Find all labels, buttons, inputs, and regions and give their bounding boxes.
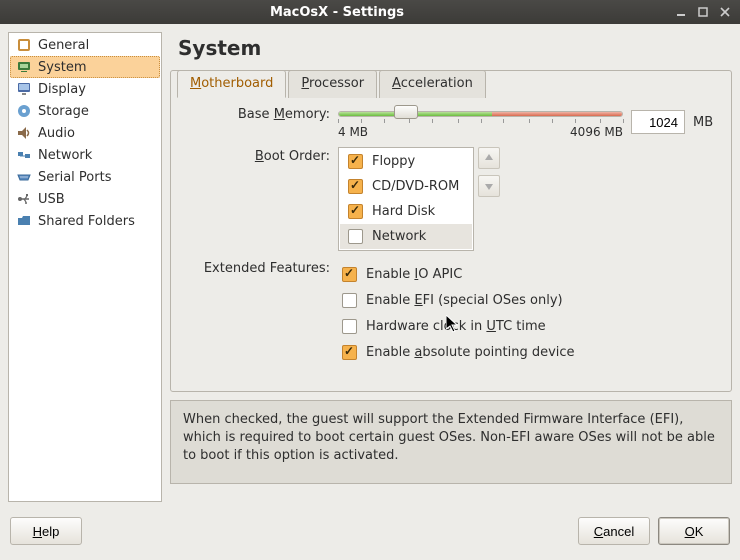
display-icon	[16, 81, 32, 97]
usb-icon	[16, 191, 32, 207]
sidebar-item-label: Shared Folders	[38, 214, 135, 229]
boot-order-list[interactable]: Floppy CD/DVD-ROM Hard Disk	[338, 147, 474, 251]
sidebar-item-system[interactable]: System	[10, 56, 160, 78]
maximize-icon[interactable]	[696, 5, 710, 19]
tab-label: rocessor	[309, 76, 364, 91]
ok-button[interactable]: OK	[658, 517, 730, 545]
boot-item-label: Floppy	[372, 154, 415, 169]
storage-icon	[16, 103, 32, 119]
boot-move-down-button[interactable]	[478, 175, 500, 197]
system-icon	[16, 59, 32, 75]
serial-ports-icon	[16, 169, 32, 185]
sidebar-item-general[interactable]: General	[10, 34, 160, 56]
boot-move-up-button[interactable]	[478, 147, 500, 169]
extended-features-label: Extended Features:	[183, 259, 338, 276]
enable-efi-checkbox[interactable]: Enable EFI (special OSes only)	[338, 290, 719, 311]
sidebar-item-shared-folders[interactable]: Shared Folders	[10, 210, 160, 232]
sidebar-item-label: General	[38, 38, 89, 53]
boot-item-harddisk[interactable]: Hard Disk	[340, 199, 472, 224]
boot-item-network[interactable]: Network	[340, 224, 472, 249]
shared-folders-icon	[16, 213, 32, 229]
tab-acceleration[interactable]: Acceleration	[379, 70, 486, 98]
arrow-up-icon	[484, 153, 494, 163]
boot-item-label: Hard Disk	[372, 204, 435, 219]
sidebar-item-display[interactable]: Display	[10, 78, 160, 100]
base-memory-input[interactable]	[631, 110, 685, 134]
sidebar-item-audio[interactable]: Audio	[10, 122, 160, 144]
base-memory-slider[interactable]: 4 MB 4096 MB	[338, 105, 623, 139]
sidebar-item-usb[interactable]: USB	[10, 188, 160, 210]
boot-item-checkbox[interactable]	[348, 154, 363, 169]
base-memory-label: Base Memory:	[183, 105, 338, 122]
boot-item-checkbox[interactable]	[348, 179, 363, 194]
boot-item-cddvd[interactable]: CD/DVD-ROM	[340, 174, 472, 199]
sidebar-item-label: Serial Ports	[38, 170, 111, 185]
titlebar: MacOsX - Settings	[0, 0, 740, 24]
help-button[interactable]: Help	[10, 517, 82, 545]
dialog-footer: Help Cancel OK	[0, 510, 740, 552]
slider-thumb[interactable]	[394, 105, 418, 119]
slider-max-label: 4096 MB	[570, 125, 623, 139]
sidebar-item-label: USB	[38, 192, 65, 207]
boot-item-checkbox[interactable]	[348, 204, 363, 219]
page-title: System	[178, 36, 732, 60]
tab-motherboard[interactable]: Motherboard	[177, 70, 286, 98]
settings-sidebar: General System Display Storage Audio	[8, 32, 162, 502]
sidebar-item-label: Network	[38, 148, 92, 163]
boot-item-label: CD/DVD-ROM	[372, 179, 459, 194]
tab-frame: Motherboard Processor Acceleration Base …	[170, 70, 732, 392]
minimize-icon[interactable]	[674, 5, 688, 19]
sidebar-item-network[interactable]: Network	[10, 144, 160, 166]
tab-bar: Motherboard Processor Acceleration	[177, 69, 488, 97]
audio-icon	[16, 125, 32, 141]
boot-order-label: Boot Order:	[183, 147, 338, 164]
sidebar-item-label: System	[38, 60, 86, 75]
arrow-down-icon	[484, 181, 494, 191]
window-title: MacOsX - Settings	[8, 5, 666, 20]
close-icon[interactable]	[718, 5, 732, 19]
enable-io-apic-checkbox[interactable]: Enable IO APIC	[338, 264, 719, 285]
base-memory-unit: MB	[693, 115, 719, 130]
sidebar-item-serial-ports[interactable]: Serial Ports	[10, 166, 160, 188]
sidebar-item-label: Storage	[38, 104, 89, 119]
sidebar-item-storage[interactable]: Storage	[10, 100, 160, 122]
enable-absolute-pointing-checkbox[interactable]: Enable absolute pointing device	[338, 342, 719, 363]
sidebar-item-label: Display	[38, 82, 86, 97]
tab-label: otherboard	[201, 76, 273, 91]
slider-min-label: 4 MB	[338, 125, 368, 139]
help-text-panel: When checked, the guest will support the…	[170, 400, 732, 484]
sidebar-item-label: Audio	[38, 126, 75, 141]
boot-item-label: Network	[372, 229, 426, 244]
boot-item-floppy[interactable]: Floppy	[340, 149, 472, 174]
general-icon	[16, 37, 32, 53]
network-icon	[16, 147, 32, 163]
boot-item-checkbox[interactable]	[348, 229, 363, 244]
hardware-clock-utc-checkbox[interactable]: Hardware clock in UTC time	[338, 316, 719, 337]
cancel-button[interactable]: Cancel	[578, 517, 650, 545]
tab-processor[interactable]: Processor	[288, 70, 377, 98]
tab-label: cceleration	[401, 76, 473, 91]
